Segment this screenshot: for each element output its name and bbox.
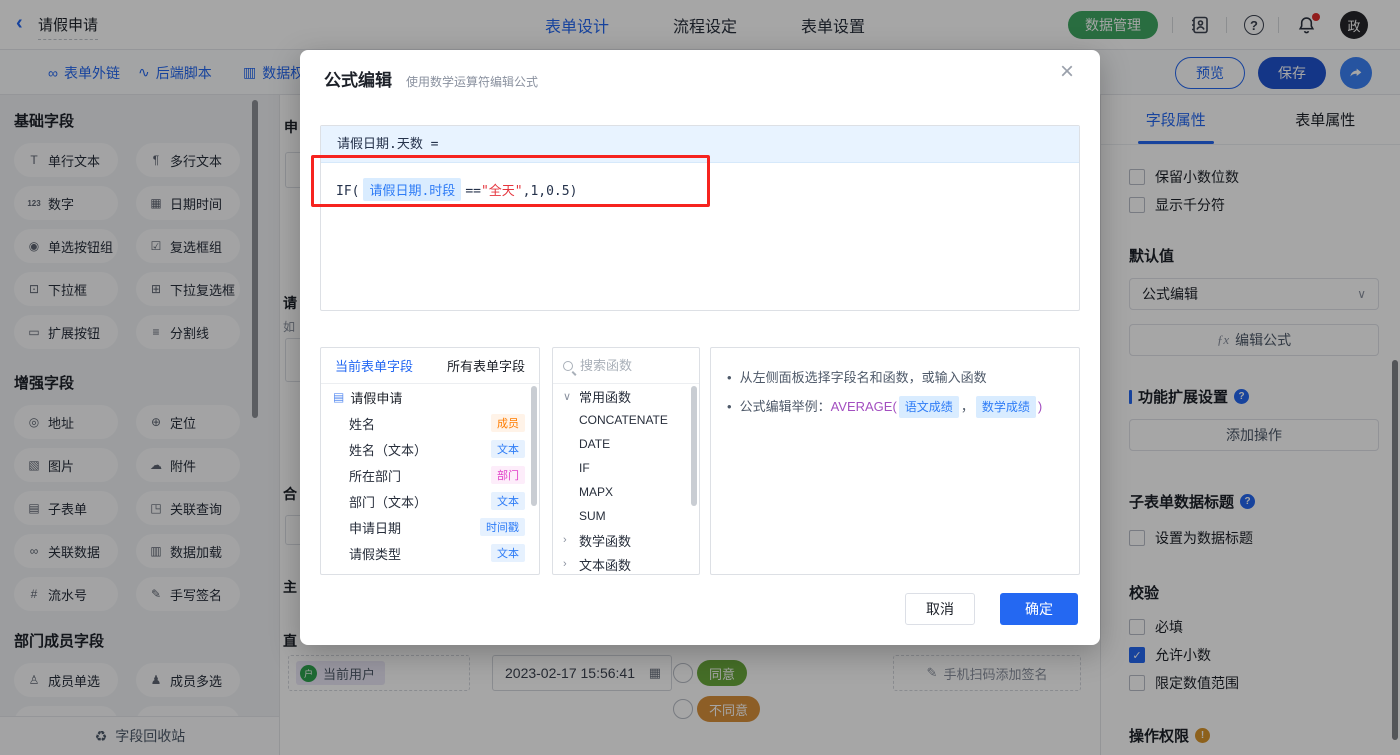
- tab-all-form-fields[interactable]: 所有表单字段: [447, 356, 525, 375]
- search-icon: [563, 360, 573, 371]
- function-item[interactable]: CONCATENATE: [553, 408, 699, 432]
- app-root: ‹ 请假申请 表单设计 流程设定 表单设置 数据管理 ? 政 ∞ 表单外链 ∿ …: [0, 0, 1400, 755]
- function-item[interactable]: MAPX: [553, 480, 699, 504]
- variables-panel: 当前表单字段 所有表单字段 ▤ 请假申请 姓名 成员 姓名（文本） 文本 所在部门 部门部…: [320, 347, 540, 575]
- formula-help-panel: • 从左侧面板选择字段名和函数，或输入函数 • 公式编辑举例：AVERAGE(语…: [710, 347, 1080, 575]
- formula-target: 请假日期.天数 =: [321, 126, 1079, 163]
- chevron-right-icon: ›: [563, 534, 567, 546]
- type-badge: 文本: [491, 492, 525, 510]
- functions-scrollbar[interactable]: [691, 386, 697, 506]
- cancel-button[interactable]: 取消: [905, 593, 975, 625]
- document-icon: ▤: [333, 390, 345, 404]
- formula-editor[interactable]: 请假日期.天数 = IF(请假日期.时段 =="全天",1,0.5): [320, 125, 1080, 311]
- chevron-right-icon: ›: [563, 558, 567, 570]
- type-badge: 成员: [491, 414, 525, 432]
- functions-panel: ∨ 常用函数 CONCATENATEDATEIFMAPXSUM › 数学函数 ›…: [552, 347, 700, 575]
- modal-title: 公式编辑: [324, 71, 392, 90]
- example-field-chip: 语文成绩: [898, 396, 959, 418]
- modal-subtitle: 使用数学运算符编辑公式: [406, 75, 539, 89]
- tip-line: • 从左侧面板选择字段名和函数，或输入函数: [727, 370, 987, 385]
- function-search[interactable]: [553, 348, 699, 384]
- confirm-button[interactable]: 确定: [1000, 593, 1078, 625]
- function-group-math[interactable]: › 数学函数: [553, 528, 699, 552]
- type-badge: 文本: [491, 544, 525, 562]
- chevron-down-icon: ∨: [563, 390, 572, 403]
- function-item[interactable]: IF: [553, 456, 699, 480]
- variable-row[interactable]: 姓名 成员: [321, 410, 539, 436]
- type-badge: 文本: [491, 440, 525, 458]
- formula-expression[interactable]: IF(请假日期.时段 =="全天",1,0.5): [321, 163, 1079, 216]
- example-field-chip: 数学成绩: [975, 396, 1036, 418]
- function-group-text[interactable]: › 文本函数: [553, 552, 699, 574]
- formula-edit-modal: 公式编辑 使用数学运算符编辑公式 × 请假日期.天数 = IF(请假日期.时段 =…: [300, 50, 1100, 645]
- type-badge: 时间戳: [480, 518, 525, 536]
- function-group-common[interactable]: ∨ 常用函数: [553, 384, 699, 408]
- function-item[interactable]: SUM: [553, 504, 699, 528]
- variable-row[interactable]: 申请日期 时间戳: [321, 514, 539, 540]
- variable-row[interactable]: 所在部门 部门: [321, 462, 539, 488]
- form-tree-root[interactable]: ▤ 请假申请: [321, 384, 539, 410]
- close-icon[interactable]: ×: [1060, 60, 1074, 84]
- variable-row[interactable]: 请假类型 文本: [321, 540, 539, 566]
- function-item[interactable]: DATE: [553, 432, 699, 456]
- tip-example-line: • 公式编辑举例：AVERAGE(语文成绩，数学成绩): [727, 396, 1063, 418]
- tab-current-form-fields[interactable]: 当前表单字段: [335, 356, 413, 375]
- variable-row[interactable]: 姓名（文本） 文本: [321, 436, 539, 462]
- type-badge: 部门: [491, 466, 525, 484]
- field-chip[interactable]: 请假日期.时段: [363, 178, 462, 201]
- variables-scrollbar[interactable]: [531, 386, 537, 506]
- variable-row[interactable]: 部门（文本） 文本: [321, 488, 539, 514]
- search-input[interactable]: [580, 358, 680, 373]
